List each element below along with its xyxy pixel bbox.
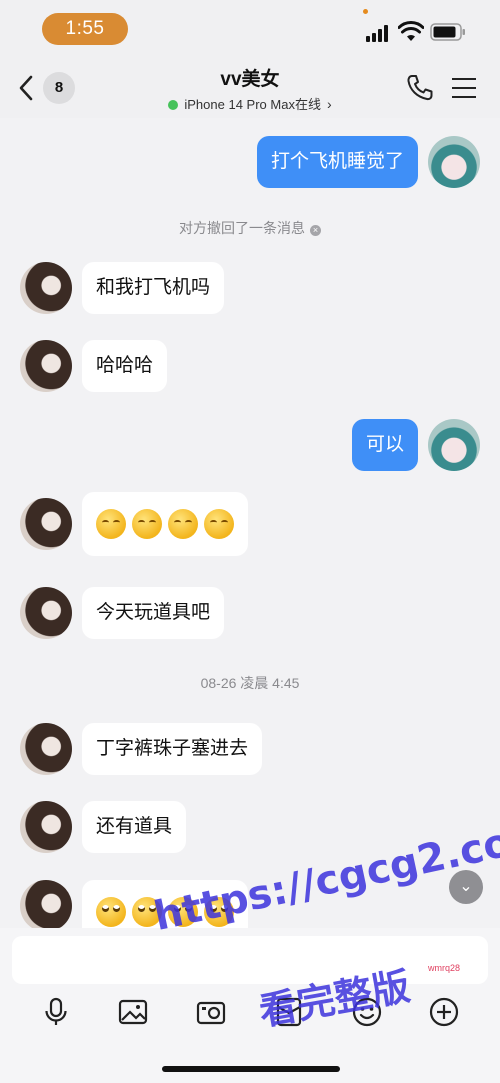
contact-avatar[interactable]	[20, 587, 72, 639]
message-bubble[interactable]: 可以	[351, 419, 418, 471]
timestamp: 08-26 凌晨 4:45	[200, 675, 300, 691]
watermark-small-text: wmrq28	[428, 963, 461, 973]
message-input[interactable]	[12, 936, 488, 984]
input-panel	[0, 928, 500, 1083]
wifi-icon	[398, 21, 424, 41]
online-dot-icon	[168, 100, 179, 110]
message-bubble[interactable]: 哈哈哈	[82, 340, 168, 392]
contact-avatar[interactable]	[20, 723, 72, 775]
my-avatar[interactable]	[428, 136, 480, 188]
chevron-right-icon: ›	[326, 96, 332, 112]
contact-avatar[interactable]	[20, 880, 72, 928]
my-avatar[interactable]	[428, 419, 480, 471]
image-icon[interactable]	[117, 996, 149, 1028]
menu-icon[interactable]	[452, 78, 476, 98]
revoke-notice-text: 对方撤回了一条消息	[179, 220, 305, 236]
online-status-text: iPhone 14 Pro Max在线	[184, 97, 321, 112]
emoji-message-bubble[interactable]	[82, 492, 248, 556]
contact-avatar[interactable]	[20, 262, 72, 314]
kiss-emoji-icon	[96, 509, 126, 539]
contact-avatar[interactable]	[20, 801, 72, 853]
message-bubble[interactable]: 今天玩道具吧	[82, 587, 225, 639]
message-bubble[interactable]: 还有道具	[82, 801, 187, 853]
chat-header: 8 vv美女 iPhone 14 Pro Max在线 ›	[0, 58, 500, 118]
close-icon: ×	[310, 225, 321, 236]
eye-roll-emoji-icon	[96, 897, 126, 927]
message-bubble[interactable]: 打个飞机睡觉了	[256, 136, 418, 188]
message-bubble[interactable]: 和我打飞机吗	[82, 262, 225, 314]
cellular-signal-icon	[366, 24, 390, 42]
message-list[interactable]: 打个飞机睡觉了 对方撤回了一条消息 × 和我打飞机吗 哈哈哈 可以 今天玩道具吧 …	[0, 118, 500, 928]
microphone-icon[interactable]	[40, 996, 72, 1028]
status-time: 1:55	[42, 13, 128, 45]
camera-icon[interactable]	[195, 996, 227, 1028]
contact-avatar[interactable]	[20, 340, 72, 392]
revoke-notice: 对方撤回了一条消息 ×	[0, 218, 500, 238]
contact-avatar[interactable]	[20, 498, 72, 550]
kiss-emoji-icon	[168, 509, 198, 539]
kiss-emoji-icon	[204, 509, 234, 539]
battery-icon	[430, 23, 465, 41]
status-bar: 1:55	[0, 0, 500, 60]
kiss-emoji-icon	[132, 509, 162, 539]
home-indicator[interactable]	[162, 1066, 340, 1072]
message-bubble[interactable]: 丁字裤珠子塞进去	[82, 723, 263, 775]
privacy-indicator-icon	[363, 9, 368, 14]
plus-icon[interactable]	[428, 996, 460, 1028]
phone-call-icon[interactable]	[405, 73, 435, 103]
